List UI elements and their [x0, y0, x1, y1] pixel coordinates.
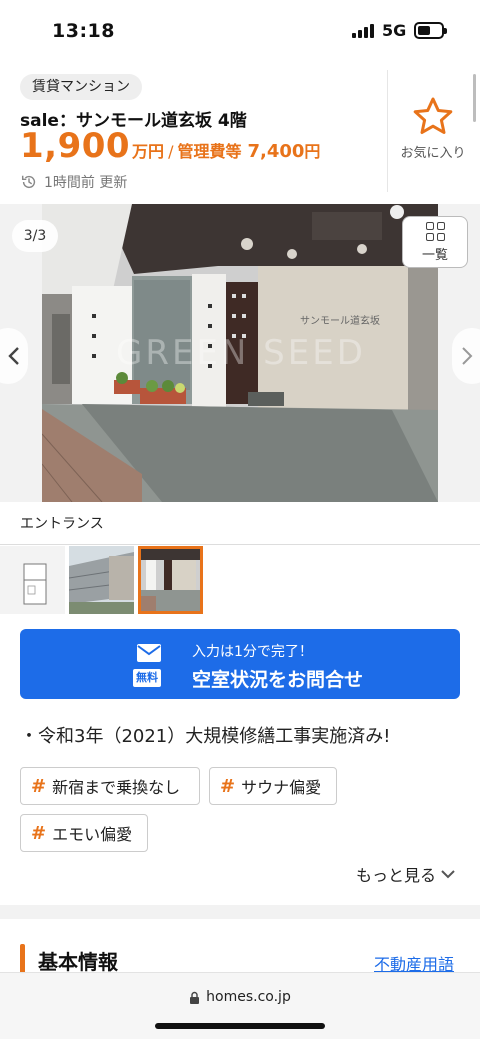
network-type: 5G	[382, 21, 407, 40]
tag-no-transfer-shinjuku[interactable]: # 新宿まで乗換なし	[20, 767, 200, 805]
section-spacer	[0, 905, 480, 919]
previous-photo-button[interactable]	[0, 328, 28, 384]
tag-label: 新宿まで乗換なし	[52, 778, 181, 797]
thumbnail-strip	[0, 546, 203, 614]
entrance-thumbnail-image	[138, 546, 203, 614]
chevron-right-icon	[462, 347, 473, 365]
tag-sauna[interactable]: # サウナ偏愛	[209, 767, 337, 805]
show-more-label: もっと見る	[356, 866, 437, 885]
highlight-text: ・令和3年（2021）大規模修繕工事実施済み!	[20, 726, 391, 747]
entrance-photo: サンモール道玄坂 GREEN SEED	[42, 204, 438, 502]
management-fee-value: 7,400	[247, 141, 305, 162]
thumbnail-entrance[interactable]	[138, 546, 203, 614]
photo-counter: 3/3	[12, 220, 58, 252]
thumbnail-building-exterior[interactable]	[69, 546, 134, 614]
home-indicator[interactable]	[155, 1023, 325, 1029]
watermark-text: GREEN SEED	[116, 333, 366, 373]
updated-text: 1時間前 更新	[44, 175, 128, 191]
battery-icon	[414, 22, 447, 39]
status-time: 13:18	[52, 20, 115, 42]
mail-icon	[137, 644, 161, 662]
star-icon	[413, 97, 453, 134]
grid-icon	[425, 221, 445, 241]
price-row: 1,900 万円 / 管理費等 7,400 円	[20, 126, 320, 166]
entrance-photo-image: サンモール道玄坂 GREEN SEED	[42, 204, 438, 502]
management-fee-label: 管理費等	[177, 142, 242, 161]
hash-icon: #	[220, 775, 236, 797]
photo-list-button[interactable]: 一覧	[402, 216, 468, 268]
next-photo-button[interactable]	[452, 328, 480, 384]
inquiry-button[interactable]: 無料 入力は1分で完了！ 空室状況をお問合せ	[20, 629, 460, 699]
chevron-left-icon	[8, 347, 19, 365]
cellular-signal-icon	[352, 24, 374, 38]
url-text: homes.co.jp	[206, 989, 291, 1005]
building-exterior-image	[69, 546, 134, 614]
inquiry-subtext: 入力は1分で完了！	[192, 644, 313, 660]
favorite-label: お気に入り	[400, 146, 466, 161]
building-name-sign: サンモール道玄坂	[300, 314, 380, 327]
history-clock-icon	[21, 175, 36, 189]
photo-gallery[interactable]: サンモール道玄坂 GREEN SEED 3/3 一覧	[0, 204, 480, 502]
scroll-indicator	[473, 74, 476, 122]
tag-label: エモい偏愛	[52, 825, 133, 844]
show-more-link[interactable]: もっと見る	[356, 862, 456, 886]
hash-icon: #	[31, 822, 47, 844]
section-accent-bar	[20, 944, 25, 974]
rent-unit: 万円	[132, 142, 165, 161]
status-bar: 13:18 5G	[0, 0, 480, 62]
rent-value: 1,900	[20, 126, 131, 166]
inquiry-label: 空室状況をお問合せ	[192, 669, 364, 691]
chevron-down-icon	[441, 870, 455, 879]
photo-caption: エントランス	[20, 516, 104, 532]
browser-address-bar[interactable]: homes.co.jp	[0, 972, 480, 1039]
management-fee-unit: 円	[304, 142, 321, 161]
thumbnail-floor-plan[interactable]	[0, 546, 65, 614]
header-divider	[387, 70, 388, 192]
caption-divider	[0, 544, 480, 545]
section-title: 基本情報	[38, 950, 118, 974]
tag-emoi[interactable]: # エモい偏愛	[20, 814, 148, 852]
photo-list-label: 一覧	[421, 247, 448, 263]
property-type-badge: 賃貸マンション	[20, 74, 142, 100]
lock-icon	[190, 991, 200, 1004]
floor-plan-image	[0, 546, 65, 614]
updated-time: 1時間前 更新	[20, 172, 127, 192]
tag-label: サウナ偏愛	[241, 778, 322, 797]
price-separator: /	[168, 142, 174, 161]
url-display[interactable]: homes.co.jp	[0, 989, 480, 1005]
free-badge: 無料	[133, 669, 161, 687]
favorite-button[interactable]: お気に入り	[390, 96, 476, 161]
hash-icon: #	[31, 775, 47, 797]
